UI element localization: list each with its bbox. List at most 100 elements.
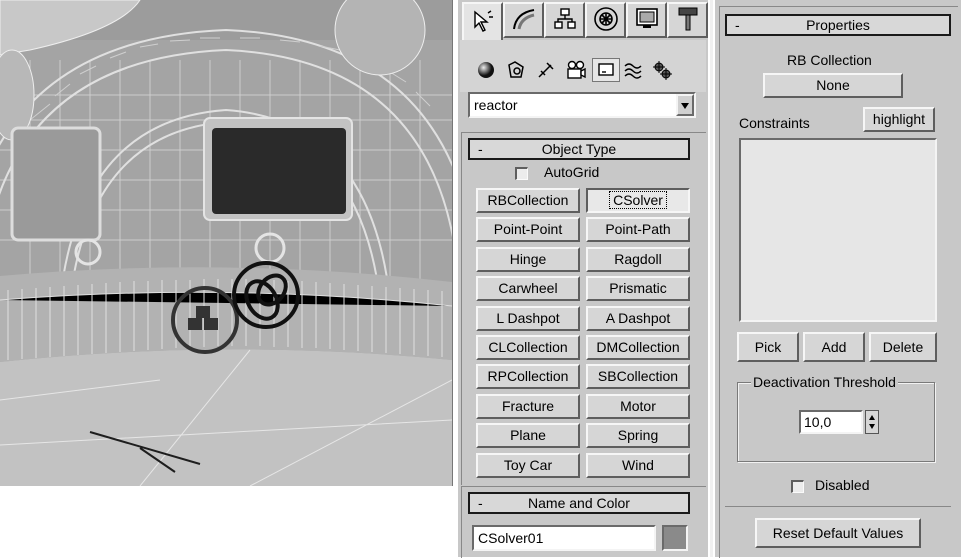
disabled-label: Disabled — [815, 477, 870, 493]
motion-tab[interactable] — [585, 2, 626, 38]
hierarchy-tab[interactable] — [544, 2, 585, 38]
object-type-button-label: Point-Path — [605, 221, 671, 238]
object-type-button-label: DMCollection — [596, 339, 680, 355]
collapse-minus-icon: - — [478, 495, 483, 511]
sphere-geometry-icon[interactable] — [474, 58, 498, 82]
deactivation-spinner[interactable] — [865, 410, 879, 434]
object-type-button-toy-car[interactable]: Toy Car — [476, 452, 580, 478]
object-type-button-a-dashpot[interactable]: A Dashpot — [586, 305, 690, 331]
object-type-button-label: CLCollection — [488, 339, 568, 355]
highlight-button-label: highlight — [872, 111, 926, 127]
object-type-button-l-dashpot[interactable]: L Dashpot — [476, 305, 580, 331]
reset-button-label: Reset Default Values — [772, 525, 904, 541]
motion-icon — [593, 6, 619, 35]
name-color-title: Name and Color — [528, 495, 630, 511]
create-arrow-icon — [471, 9, 495, 36]
category-dropdown-value: reactor — [474, 97, 518, 113]
utilities-tab[interactable] — [667, 2, 708, 38]
deactivation-group-label: Deactivation Threshold — [751, 374, 898, 390]
chevron-down-icon — [680, 97, 690, 113]
collapse-minus-icon: - — [735, 17, 740, 33]
object-type-button-label: RPCollection — [487, 368, 569, 385]
object-type-button-clcollection[interactable]: CLCollection — [476, 335, 580, 360]
deactivation-threshold-value: 10,0 — [804, 414, 832, 430]
object-type-button-label: L Dashpot — [496, 309, 560, 326]
pick-button[interactable]: Pick — [737, 332, 799, 362]
rb-collection-label: RB Collection — [787, 52, 872, 68]
autogrid-checkbox[interactable] — [515, 167, 528, 180]
modify-tab[interactable] — [503, 2, 544, 38]
object-type-button-label: Plane — [510, 427, 546, 444]
shapes-icon[interactable] — [504, 58, 528, 82]
object-type-button-label: Carwheel — [498, 280, 558, 297]
object-type-title: Object Type — [541, 141, 617, 157]
highlight-button[interactable]: highlight — [863, 107, 935, 132]
helpers-icon[interactable] — [592, 58, 620, 82]
deactivation-threshold-input[interactable]: 10,0 — [799, 410, 863, 434]
object-type-button-label: A Dashpot — [605, 309, 671, 326]
object-type-button-csolver[interactable]: CSolver — [586, 188, 690, 213]
delete-button-label: Delete — [882, 339, 924, 355]
object-type-button-ragdoll[interactable]: Ragdoll — [586, 246, 690, 272]
modify-arc-icon — [511, 7, 537, 34]
constraints-list[interactable] — [739, 138, 937, 322]
cameras-icon[interactable] — [564, 58, 588, 82]
autogrid-label: AutoGrid — [544, 164, 600, 180]
object-type-button-dmcollection[interactable]: DMCollection — [586, 335, 690, 360]
object-type-button-plane[interactable]: Plane — [476, 423, 580, 449]
object-type-button-label: SBCollection — [597, 368, 679, 385]
display-tab[interactable] — [626, 2, 667, 38]
properties-title: Properties — [806, 17, 870, 33]
display-icon — [634, 7, 660, 34]
add-button-label: Add — [821, 339, 847, 355]
object-type-button-point-path[interactable]: Point-Path — [586, 217, 690, 243]
rb-collection-button[interactable]: None — [763, 73, 903, 98]
object-type-button-spring[interactable]: Spring — [586, 423, 690, 449]
spacewarps-icon[interactable] — [622, 58, 646, 82]
lights-icon[interactable] — [534, 58, 558, 82]
systems-icon[interactable] — [650, 58, 674, 82]
create-tab[interactable] — [462, 2, 503, 40]
object-type-button-wind[interactable]: Wind — [586, 452, 690, 478]
dropdown-arrow-button[interactable] — [676, 94, 694, 116]
disabled-checkbox[interactable] — [791, 480, 804, 493]
object-type-button-hinge[interactable]: Hinge — [476, 246, 580, 272]
category-dropdown[interactable]: reactor — [468, 92, 696, 118]
object-type-button-label: Prismatic — [609, 280, 667, 297]
object-type-button-fracture[interactable]: Fracture — [476, 393, 580, 419]
viewport-scene — [0, 0, 452, 486]
object-type-button-rpcollection[interactable]: RPCollection — [476, 364, 580, 390]
object-type-button-motor[interactable]: Motor — [586, 393, 690, 419]
spinner-arrows-icon — [869, 415, 875, 429]
3d-viewport[interactable] — [0, 0, 453, 486]
properties-header[interactable]: - Properties — [725, 14, 951, 36]
object-type-button-label: RBCollection — [487, 192, 569, 208]
add-button[interactable]: Add — [803, 332, 865, 362]
object-type-button-label: Hinge — [509, 250, 547, 267]
object-type-button-label: Ragdoll — [614, 250, 662, 267]
command-panel: reactor - Object Type AutoGrid RBCollect… — [458, 0, 708, 558]
object-type-button-carwheel[interactable]: Carwheel — [476, 276, 580, 302]
object-type-button-sbcollection[interactable]: SBCollection — [586, 364, 690, 390]
delete-button[interactable]: Delete — [869, 332, 937, 362]
object-type-button-label: Spring — [617, 427, 659, 444]
object-type-button-prismatic[interactable]: Prismatic — [586, 276, 690, 302]
object-type-button-rbcollection[interactable]: RBCollection — [476, 188, 580, 213]
collapse-minus-icon: - — [478, 141, 483, 157]
object-type-button-label: Toy Car — [503, 456, 553, 473]
reset-default-values-button[interactable]: Reset Default Values — [755, 518, 921, 548]
object-type-button-label: CSolver — [609, 191, 667, 209]
object-type-button-point-point[interactable]: Point-Point — [476, 217, 580, 243]
constraints-label: Constraints — [739, 115, 810, 131]
object-type-button-label: Motor — [620, 397, 656, 414]
object-color-swatch[interactable] — [662, 525, 688, 551]
properties-panel: - Properties RB Collection None Constrai… — [715, 0, 961, 558]
object-type-button-label: Fracture — [501, 397, 555, 414]
object-type-header[interactable]: - Object Type — [468, 138, 690, 160]
panel-divider — [710, 0, 713, 557]
rb-collection-button-label: None — [816, 77, 850, 93]
name-color-header[interactable]: - Name and Color — [468, 492, 690, 514]
object-name-field[interactable]: CSolver01 — [472, 525, 656, 551]
utilities-hammer-icon — [676, 6, 700, 35]
object-name-value: CSolver01 — [478, 530, 544, 546]
